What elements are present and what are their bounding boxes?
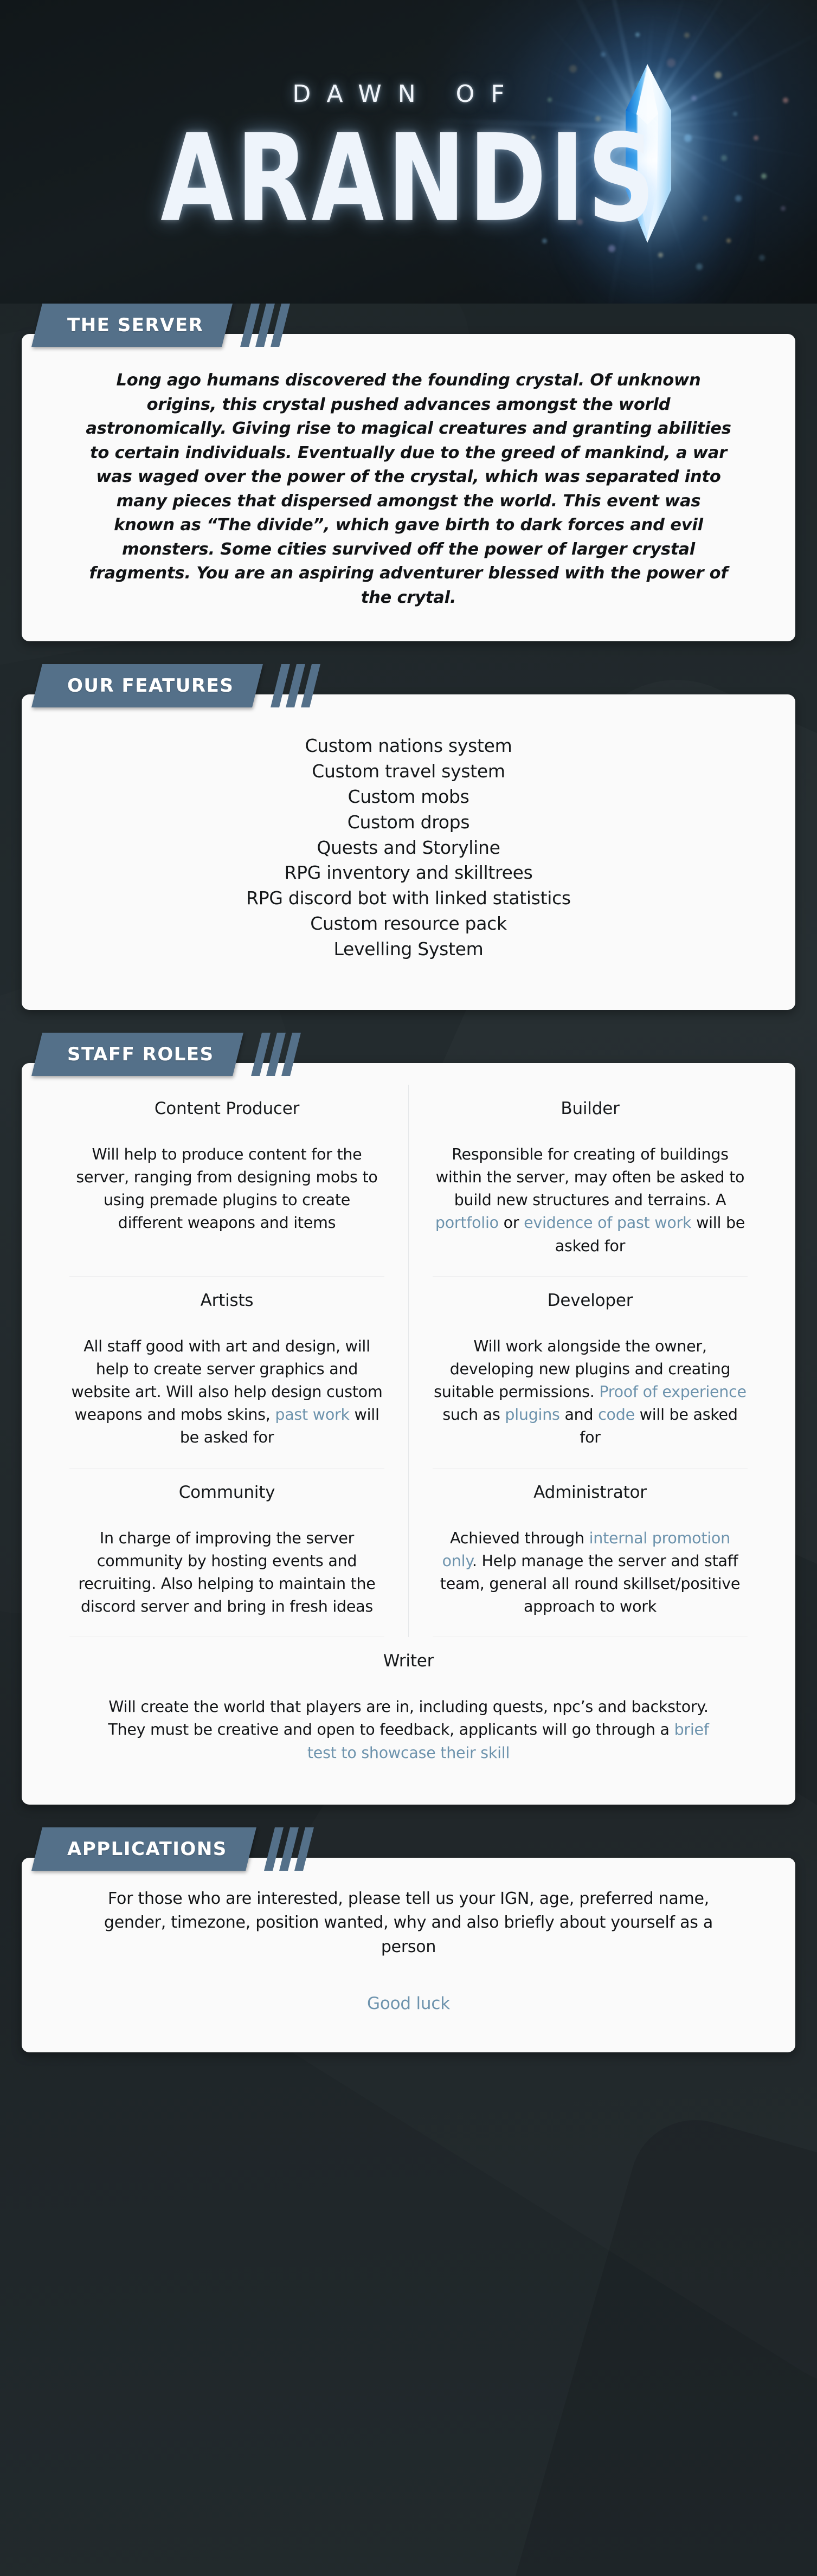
feature-item: Quests and Storyline xyxy=(317,836,500,858)
story-text-run: Long ago humans discovered the xyxy=(116,371,428,390)
staff-roles-grid: Content Producer Will help to produce con… xyxy=(46,1084,771,1783)
role-text-run: Will create the world that players are i… xyxy=(108,1698,709,1739)
staff-role-description: Will create the world that players are i… xyxy=(100,1696,717,1764)
feature-item: Custom nations system xyxy=(305,735,512,757)
staff-role-description: All staff good with art and design, will… xyxy=(69,1335,384,1450)
tab-label: THE SERVER xyxy=(67,314,204,336)
staff-role-description: In charge of improving the server commun… xyxy=(69,1527,384,1619)
section-tab-the-server: THE SERVER xyxy=(26,304,795,347)
staff-role-title: Artists xyxy=(200,1290,254,1310)
hero-banner: DAWN OF ARANDIS xyxy=(0,0,817,304)
feature-item: RPG discord bot with linked statistics xyxy=(246,887,571,909)
story-emphasis: dark forces xyxy=(520,516,625,535)
story-emphasis: The divide xyxy=(217,516,313,535)
staff-role-description: Will work alongside the owner, developin… xyxy=(433,1335,748,1450)
logo-kicker: DAWN OF xyxy=(292,80,521,108)
story-text-run: and granting xyxy=(526,419,658,439)
highlight-text: code xyxy=(598,1406,635,1424)
section-tab-applications: APPLICATIONS xyxy=(26,1827,795,1871)
applications-body: For those who are interested, please tel… xyxy=(104,1889,713,1956)
staff-role-title: Writer xyxy=(383,1651,434,1671)
section-the-server: THE SERVER Long ago humans discovered th… xyxy=(0,304,817,642)
role-text-run: Responsible for creating of buildings wi… xyxy=(435,1145,745,1209)
role-text-run: such as xyxy=(442,1406,505,1424)
staff-role-title: Developer xyxy=(547,1290,633,1310)
tab-shape: THE SERVER xyxy=(31,304,233,347)
features-list: Custom nations system Custom travel syste… xyxy=(46,724,771,981)
role-text-run: . Help manage the server and staff team,… xyxy=(440,1551,741,1616)
tab-stripes xyxy=(250,1032,301,1076)
staff-role-title: Content Producer xyxy=(154,1098,300,1118)
background-shape xyxy=(426,2104,817,2576)
highlight-text: evidence of past work xyxy=(524,1214,692,1232)
tab-shape: STAFF ROLES xyxy=(31,1032,243,1076)
role-text-run: In charge of improving the server commun… xyxy=(78,1529,376,1616)
poster-page: DAWN OF ARANDIS THE SERVER Long ago huma… xyxy=(0,0,817,2576)
feature-item: Custom travel system xyxy=(312,761,505,782)
story-emphasis: abilities xyxy=(657,419,731,439)
tab-stripes xyxy=(240,304,291,347)
staff-role-cell: Administrator Achieved through internal p… xyxy=(409,1469,771,1637)
story-emphasis: You are an aspiring adventurer blessed w… xyxy=(196,564,728,607)
tab-shape: OUR FEATURES xyxy=(31,664,263,708)
highlight-text: Proof of experience xyxy=(599,1383,747,1401)
feature-item: RPG inventory and skilltrees xyxy=(284,862,533,884)
role-text-run: Will help to produce content for the ser… xyxy=(76,1145,378,1232)
highlight-text: past work xyxy=(275,1406,350,1424)
feature-item: Custom resource pack xyxy=(310,913,507,935)
story-emphasis: founding crystal. xyxy=(427,371,584,390)
feature-item: Custom drops xyxy=(347,811,470,833)
role-text-run: and xyxy=(559,1406,599,1424)
tab-shape: APPLICATIONS xyxy=(31,1827,256,1871)
role-text-run: or xyxy=(498,1214,524,1232)
card-the-server: Long ago humans discovered the founding … xyxy=(22,334,795,642)
tab-label: OUR FEATURES xyxy=(67,675,234,697)
section-our-features: OUR FEATURES Custom nations system Custom… xyxy=(0,664,817,1010)
logo-title-text: ARANDIS xyxy=(160,108,658,249)
section-staff-roles: STAFF ROLES Content Producer Will help to… xyxy=(0,1032,817,1805)
staff-role-title: Community xyxy=(178,1482,275,1502)
staff-role-description: Achieved through internal promotion only… xyxy=(433,1527,748,1619)
staff-role-cell: Artists All staff good with art and desig… xyxy=(46,1277,408,1468)
staff-role-description: Will help to produce content for the ser… xyxy=(69,1143,384,1235)
staff-role-cell: Content Producer Will help to produce con… xyxy=(46,1085,408,1276)
staff-role-title: Administrator xyxy=(533,1482,647,1502)
highlight-text: portfolio xyxy=(435,1214,499,1232)
server-story-text: Long ago humans discovered the founding … xyxy=(46,363,771,612)
staff-role-description: Responsible for creating of buildings wi… xyxy=(433,1143,748,1258)
section-tab-staff-roles: STAFF ROLES xyxy=(26,1032,795,1076)
card-staff-roles: Content Producer Will help to produce con… xyxy=(22,1062,795,1805)
section-tab-our-features: OUR FEATURES xyxy=(26,664,795,708)
card-our-features: Custom nations system Custom travel syste… xyxy=(22,694,795,1010)
tab-label: STAFF ROLES xyxy=(67,1043,214,1065)
card-applications: For those who are interested, please tel… xyxy=(22,1857,795,2052)
feature-item: Custom mobs xyxy=(348,785,469,807)
section-applications: APPLICATIONS For those who are intereste… xyxy=(0,1827,817,2052)
logo-wordmark: DAWN OF ARANDIS xyxy=(0,0,817,304)
staff-role-cell: Builder Responsible for creating of build… xyxy=(409,1085,771,1276)
staff-role-title: Builder xyxy=(561,1098,620,1118)
story-emphasis: creatures xyxy=(439,419,527,439)
staff-role-cell: Writer Will create the world that players… xyxy=(46,1637,771,1783)
staff-role-cell: Developer Will work alongside the owner, … xyxy=(409,1277,771,1468)
tab-stripe xyxy=(301,664,321,708)
tab-label: APPLICATIONS xyxy=(67,1838,227,1860)
story-text-run: ”, which gave birth to xyxy=(313,516,520,535)
story-text-run: and xyxy=(624,516,671,535)
feature-item: Levelling System xyxy=(333,938,484,960)
tab-stripes xyxy=(263,1827,314,1871)
role-text-run: Achieved through xyxy=(450,1529,589,1547)
staff-role-cell: Community In charge of improving the serv… xyxy=(46,1469,408,1637)
tab-stripes xyxy=(271,664,321,708)
applications-closing: Good luck xyxy=(367,1993,450,2013)
highlight-text: plugins xyxy=(505,1406,560,1424)
logo-title: ARANDIS xyxy=(93,118,726,239)
tab-stripe xyxy=(294,1827,314,1871)
tab-stripe xyxy=(271,304,291,347)
